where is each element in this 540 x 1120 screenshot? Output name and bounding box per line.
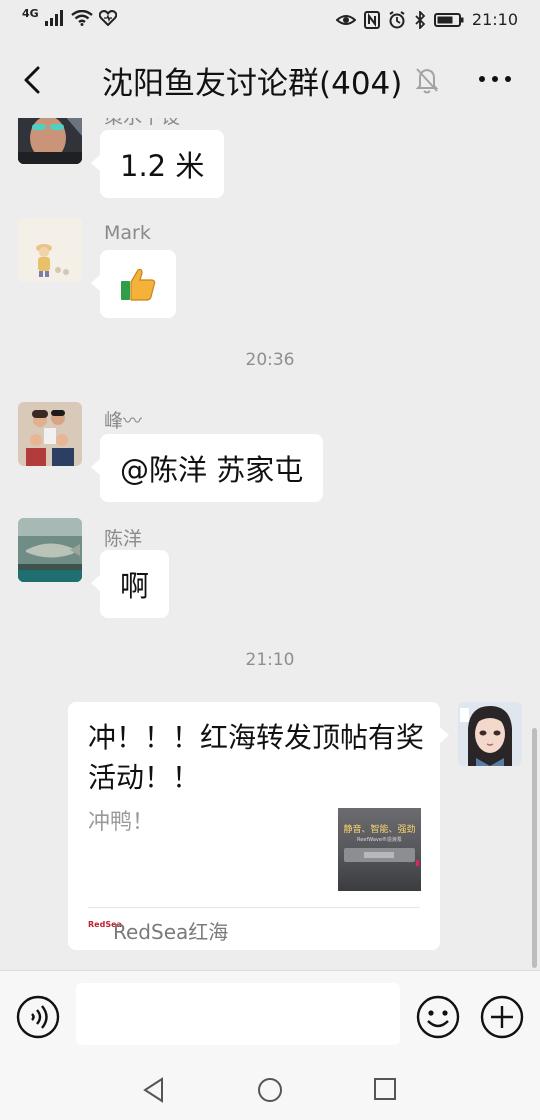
- avatar[interactable]: [18, 218, 82, 282]
- bluetooth-icon: [415, 10, 426, 29]
- sender-name: 策水下设: [104, 118, 180, 129]
- avatar[interactable]: [18, 518, 82, 582]
- plus-icon: [480, 995, 524, 1039]
- link-card[interactable]: 冲！！！红海转发顶帖有奖活动！！ 冲鸭！ 静音、智能、强劲 ReefWave®造…: [68, 702, 449, 950]
- emoji-button[interactable]: [416, 995, 460, 1039]
- timestamp: 21:10: [245, 650, 295, 670]
- back-button[interactable]: [16, 60, 52, 100]
- signal-icon: [44, 10, 63, 26]
- avatar[interactable]: [18, 402, 82, 466]
- message-bubble[interactable]: [91, 250, 176, 318]
- status-right: 21:10: [335, 10, 518, 29]
- nav-home-icon: [258, 1078, 282, 1102]
- input-bar: [0, 970, 540, 1058]
- message-bubble[interactable]: @陈洋 苏家屯: [90, 434, 324, 502]
- avatar[interactable]: [458, 702, 522, 766]
- voice-icon: [16, 995, 60, 1039]
- card-description: 冲鸭！: [88, 810, 155, 835]
- nav-recent-button[interactable]: [372, 1076, 398, 1102]
- nav-back-icon: [143, 1077, 163, 1103]
- alarm-icon: [389, 10, 405, 28]
- nav-back-button[interactable]: [140, 1076, 168, 1104]
- nav-recent-icon: [374, 1078, 396, 1100]
- message-bubble[interactable]: 啊: [90, 550, 170, 618]
- emoji-icon: [416, 995, 460, 1039]
- heart-icon: [98, 10, 117, 26]
- thumbnail-text: 静音、智能、强劲: [343, 825, 416, 835]
- status-left: 4G: [22, 6, 117, 26]
- pump-image: [344, 848, 415, 862]
- system-nav-bar: [0, 1058, 540, 1120]
- page-title: 沈阳鱼友讨论群(404): [102, 66, 403, 102]
- card-source: RedSea红海: [113, 920, 229, 944]
- plus-button[interactable]: [480, 995, 524, 1039]
- nav-home-button[interactable]: [256, 1076, 284, 1104]
- network-type: 4G: [22, 6, 39, 20]
- card-title: 冲！！！红海转发顶帖有奖活动！！: [88, 721, 425, 794]
- more-icon: [479, 76, 511, 82]
- more-button[interactable]: [474, 64, 518, 94]
- voice-button[interactable]: [16, 995, 60, 1039]
- thumbnail-subtext: ReefWave®造浪泵: [357, 837, 402, 843]
- status-clock: 21:10: [471, 10, 518, 29]
- status-bar: 4G 21:10: [0, 0, 540, 40]
- chevron-left-icon: [24, 66, 40, 94]
- chat-header: 沈阳鱼友讨论群(404): [0, 40, 540, 118]
- sender-name: Mark: [104, 222, 151, 244]
- divider: [88, 907, 420, 908]
- thumbs-up-icon: [121, 268, 156, 301]
- eye-icon: [335, 14, 356, 25]
- chat-area[interactable]: 策水下设 1.2 米: [0, 118, 540, 970]
- nfc-icon: [363, 10, 380, 29]
- message-bubble[interactable]: 1.2 米: [90, 130, 225, 198]
- bell-off-icon: [414, 66, 440, 94]
- sender-name: 峰〰: [104, 410, 143, 432]
- wifi-icon: [70, 10, 93, 26]
- thumbnail-accent: [416, 860, 419, 866]
- timestamp: 20:36: [245, 350, 295, 370]
- avatar[interactable]: [18, 118, 82, 164]
- scrollbar[interactable]: [532, 728, 537, 968]
- sender-name: 陈洋: [104, 528, 143, 550]
- battery-icon: [433, 12, 464, 27]
- card-thumbnail: 静音、智能、强劲 ReefWave®造浪泵: [338, 808, 421, 891]
- message-input[interactable]: [76, 983, 400, 1045]
